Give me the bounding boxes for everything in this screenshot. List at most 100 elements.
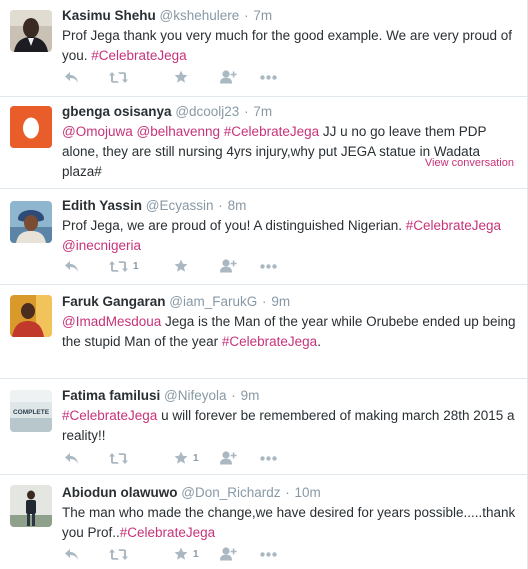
star-icon — [174, 259, 188, 273]
hashtag-link[interactable]: #CelebrateJega — [62, 408, 157, 423]
retweet-button[interactable] — [109, 449, 133, 467]
tweet-timestamp[interactable]: 9m — [271, 294, 290, 309]
more-button[interactable] — [260, 449, 277, 467]
tweet[interactable]: gbenga osisanya @dcoolj23 · 7m @Omojuwa … — [0, 97, 527, 189]
author-name[interactable]: Fatima familusi — [62, 388, 160, 403]
retweet-icon — [109, 71, 128, 84]
favorite-button[interactable] — [174, 68, 193, 86]
reply-button[interactable] — [64, 68, 79, 86]
tweet[interactable]: Edith Yassin @Ecyassin · 8m Prof Jega, w… — [0, 189, 527, 285]
author-name[interactable]: gbenga osisanya — [62, 104, 172, 119]
follow-icon — [220, 547, 237, 561]
tweet-header: Fatima familusi @Nifeyola · 9m — [62, 388, 260, 403]
tweet-timestamp[interactable]: 7m — [253, 8, 272, 23]
tweet-header: Edith Yassin @Ecyassin · 8m — [62, 198, 247, 213]
follow-button[interactable] — [220, 257, 237, 275]
tweet-timestamp[interactable]: 10m — [295, 485, 321, 500]
tweet-text-run: . — [317, 334, 321, 349]
avatar[interactable] — [10, 485, 52, 527]
view-conversation-link[interactable]: View conversation — [425, 157, 514, 169]
tweet-timestamp[interactable]: 9m — [241, 388, 260, 403]
author-name[interactable]: Kasimu Shehu — [62, 8, 156, 23]
author-handle[interactable]: @Ecyassin — [146, 198, 214, 213]
tweet-text-run: Prof Jega, we are proud of you! A distin… — [62, 218, 406, 233]
tweet-header: Abiodun olawuwo @Don_Richardz · 10m — [62, 485, 321, 500]
tweet-timestamp[interactable]: 8m — [228, 198, 247, 213]
hashtag-link[interactable]: #CelebrateJega — [224, 124, 319, 139]
avatar[interactable] — [10, 295, 52, 337]
author-handle[interactable]: @Nifeyola — [164, 388, 226, 403]
avatar[interactable] — [10, 201, 52, 243]
reply-icon — [64, 452, 79, 465]
tweet-text: Prof Jega, we are proud of you! A distin… — [62, 216, 520, 256]
tweet-header: gbenga osisanya @dcoolj23 · 7m — [62, 104, 273, 119]
more-icon — [260, 263, 277, 269]
tweet-text: @ImadMesdoua Jega is the Man of the year… — [62, 312, 520, 352]
follow-icon — [220, 259, 237, 273]
retweet-icon — [109, 452, 128, 465]
reply-button[interactable] — [64, 545, 79, 563]
favorite-button[interactable]: 1 — [174, 545, 199, 563]
retweet-button[interactable] — [109, 545, 133, 563]
hashtag-link[interactable]: #CelebrateJega — [406, 218, 501, 233]
reply-icon — [64, 260, 79, 273]
author-handle[interactable]: @Don_Richardz — [181, 485, 280, 500]
tweet[interactable]: Kasimu Shehu @kshehulere · 7m Prof Jega … — [0, 0, 527, 97]
tweet[interactable]: Faruk Gangaran @iam_FarukG · 9m @ImadMes… — [0, 285, 527, 379]
mention-link[interactable]: @Omojuwa — [62, 124, 133, 139]
retweet-button[interactable]: 1 — [109, 257, 139, 275]
hashtag-link[interactable]: #CelebrateJega — [120, 525, 215, 540]
more-icon — [260, 455, 277, 461]
reply-icon — [64, 548, 79, 561]
star-icon — [174, 70, 188, 84]
reply-icon — [64, 71, 79, 84]
follow-icon — [220, 451, 237, 465]
avatar[interactable] — [10, 10, 52, 52]
more-icon — [260, 74, 277, 80]
follow-icon — [220, 70, 237, 84]
reply-button[interactable] — [64, 449, 79, 467]
default-egg-avatar — [10, 106, 52, 148]
favorite-button[interactable]: 1 — [174, 449, 199, 467]
more-button[interactable] — [260, 68, 277, 86]
tweet-text: @Omojuwa @belhavenng #CelebrateJega JJ u… — [62, 122, 520, 182]
author-handle[interactable]: @dcoolj23 — [175, 104, 239, 119]
tweet[interactable]: Abiodun olawuwo @Don_Richardz · 10m The … — [0, 475, 527, 569]
tweet-text: #CelebrateJega u will forever be remembe… — [62, 406, 520, 446]
hashtag-link[interactable]: #CelebrateJega — [222, 334, 317, 349]
tweet-text: Prof Jega thank you very much for the go… — [62, 26, 520, 66]
follow-button[interactable] — [220, 68, 237, 86]
star-icon — [174, 547, 188, 561]
favorite-count: 1 — [193, 452, 199, 464]
star-icon — [174, 451, 188, 465]
avatar[interactable] — [10, 106, 52, 148]
avatar[interactable]: COMPLETE — [10, 390, 52, 432]
hashtag-link[interactable]: #CelebrateJega — [91, 48, 186, 63]
mention-link[interactable]: @ImadMesdoua — [62, 314, 161, 329]
tweet-timestamp[interactable]: 7m — [253, 104, 272, 119]
mention-link[interactable]: @inecnigeria — [62, 238, 141, 253]
favorite-button[interactable] — [174, 257, 193, 275]
retweet-button[interactable] — [109, 68, 133, 86]
avatar-cover-text: COMPLETE — [13, 409, 50, 416]
tweet[interactable]: COMPLETE Fatima familusi @Nifeyola · 9m … — [0, 379, 527, 475]
retweet-icon — [109, 260, 128, 273]
author-name[interactable]: Faruk Gangaran — [62, 294, 166, 309]
more-icon — [260, 551, 277, 557]
retweet-count: 1 — [133, 260, 139, 272]
tweet-text: The man who made the change,we have desi… — [62, 503, 520, 543]
more-button[interactable] — [260, 257, 277, 275]
author-handle[interactable]: @iam_FarukG — [169, 294, 257, 309]
tweet-timeline: Kasimu Shehu @kshehulere · 7m Prof Jega … — [0, 0, 528, 569]
author-name[interactable]: Edith Yassin — [62, 198, 142, 213]
author-handle[interactable]: @kshehulere — [160, 8, 240, 23]
tweet-header: Faruk Gangaran @iam_FarukG · 9m — [62, 294, 291, 309]
more-button[interactable] — [260, 545, 277, 563]
tweet-header: Kasimu Shehu @kshehulere · 7m — [62, 8, 273, 23]
favorite-count: 1 — [193, 548, 199, 560]
author-name[interactable]: Abiodun olawuwo — [62, 485, 177, 500]
reply-button[interactable] — [64, 257, 79, 275]
follow-button[interactable] — [220, 545, 237, 563]
follow-button[interactable] — [220, 449, 237, 467]
mention-link[interactable]: @belhavenng — [137, 124, 221, 139]
